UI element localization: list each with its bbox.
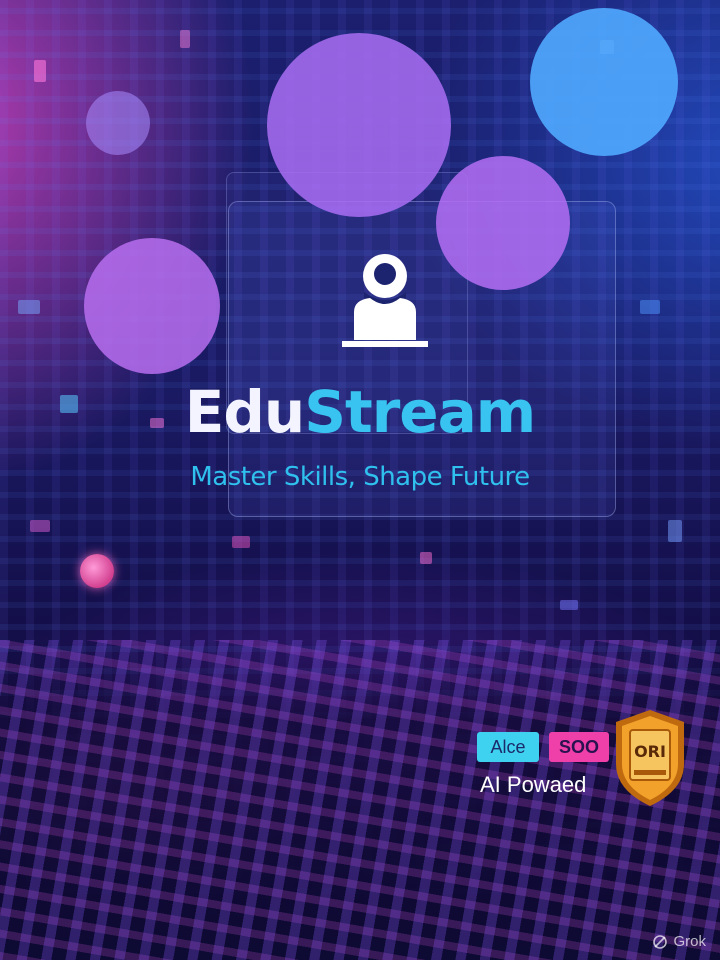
- chip: [640, 300, 660, 314]
- chip: [34, 60, 46, 82]
- poster: EduStream Master Skills, Shape Future Al…: [0, 0, 720, 960]
- brand-title: EduStream: [0, 378, 720, 446]
- chip: [18, 300, 40, 314]
- bubble: [84, 238, 220, 374]
- bubble: [530, 8, 678, 156]
- watermark-text: Grok: [673, 933, 706, 950]
- brand-title-stream: Stream: [304, 378, 536, 446]
- bubble: [267, 33, 451, 217]
- grok-logo-icon: [653, 934, 668, 949]
- tag-right: SOO: [549, 732, 609, 762]
- brand-title-edu: Edu: [184, 378, 305, 446]
- chip: [668, 520, 682, 542]
- watermark: Grok: [652, 933, 706, 950]
- bubble: [436, 156, 570, 290]
- tag-left: Alce: [477, 732, 539, 762]
- user-profile-icon: [342, 254, 428, 347]
- chip: [560, 600, 578, 610]
- tagline: Master Skills, Shape Future: [190, 462, 530, 492]
- ai-powered-label: AI Powaed: [480, 772, 587, 797]
- bubble: [86, 91, 150, 155]
- chip: [420, 552, 432, 564]
- chip: [180, 30, 190, 48]
- chip: [30, 520, 50, 532]
- glowing-orb: [80, 554, 114, 588]
- badge-label: ORI: [634, 742, 666, 761]
- chip: [232, 536, 250, 548]
